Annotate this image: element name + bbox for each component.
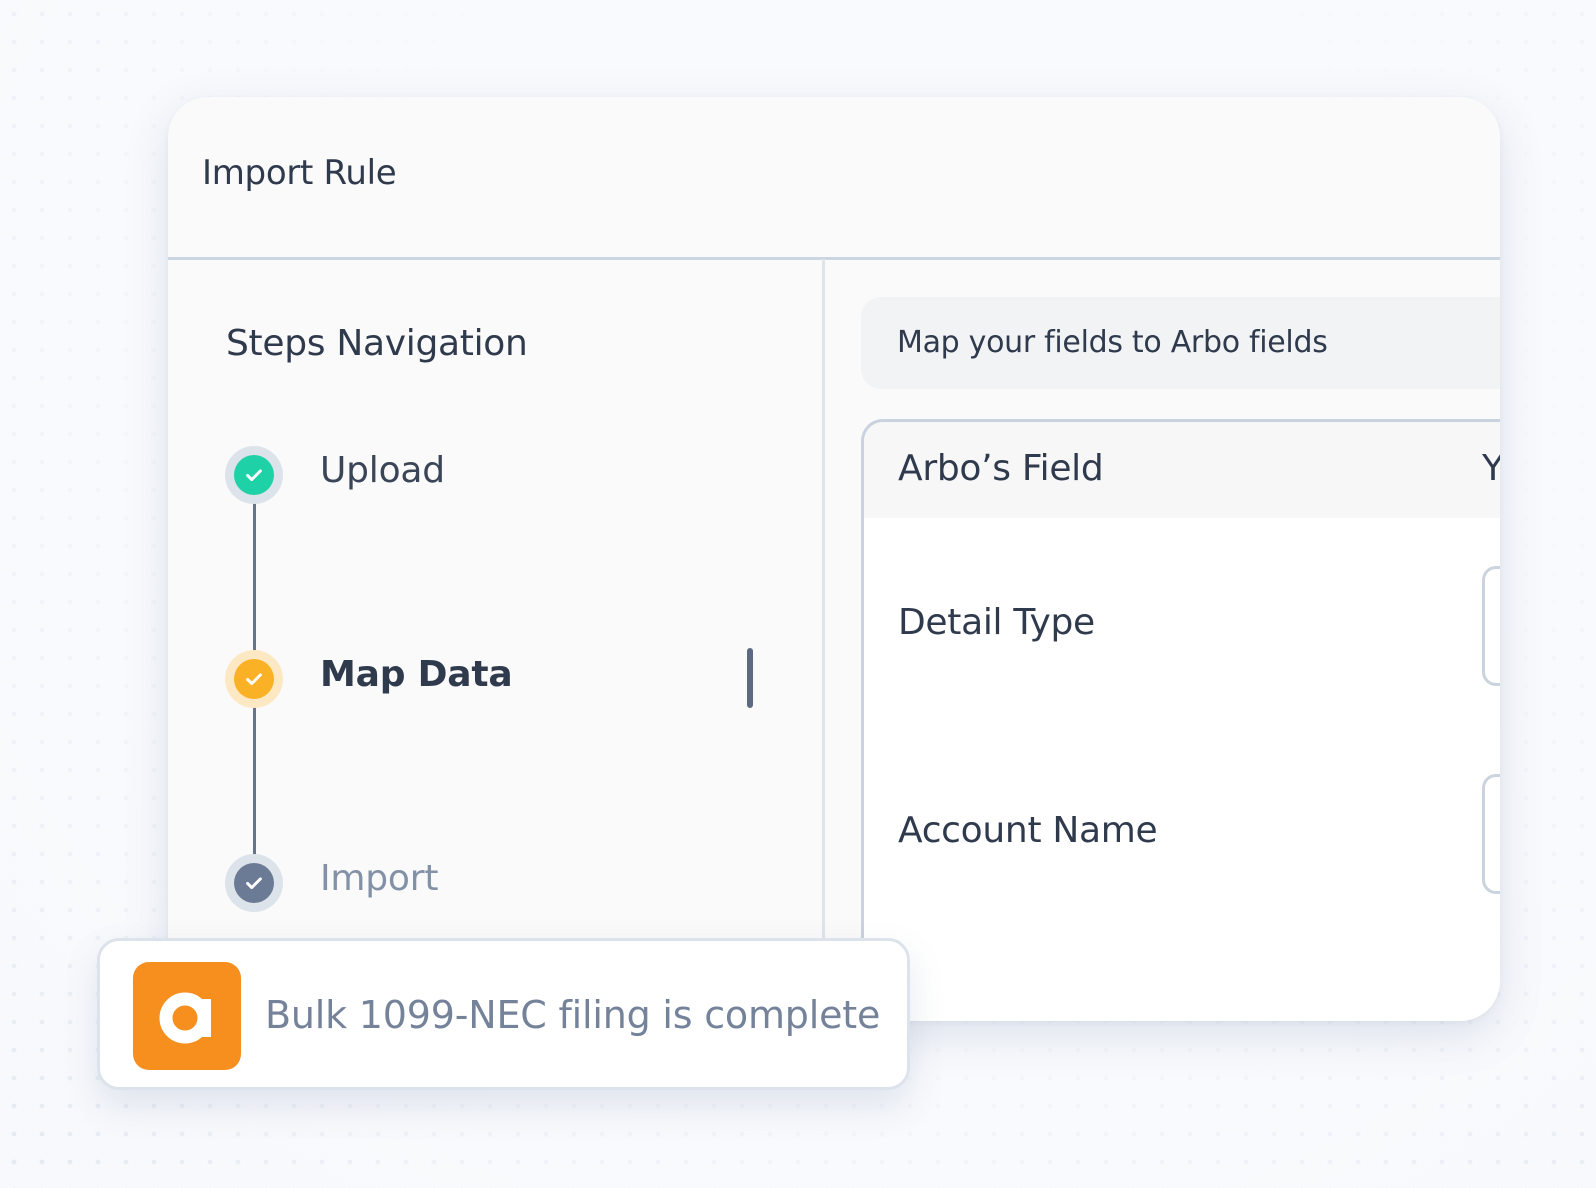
arbo-logo-icon <box>133 962 241 1070</box>
step-upload-check-icon[interactable] <box>225 446 283 504</box>
check-icon <box>246 469 262 482</box>
detail-type-select[interactable] <box>1482 566 1500 686</box>
step-map-data-label[interactable]: Map Data <box>320 654 513 695</box>
check-icon <box>246 877 262 890</box>
account-name-select[interactable] <box>1482 774 1500 894</box>
step-import-check-icon[interactable] <box>225 854 283 912</box>
panel-divider <box>822 259 825 1021</box>
table-header: Arbo’s Field Y <box>864 422 1500 518</box>
arbo-logo-mark <box>159 992 211 1044</box>
field-mapping-table: Arbo’s Field Y Detail Type Account Name <box>861 419 1500 1021</box>
toast-message: Bulk 1099-NEC filing is complete <box>265 993 881 1037</box>
notification-toast[interactable]: Bulk 1099-NEC filing is complete <box>97 938 910 1090</box>
header-divider <box>168 257 1500 260</box>
map-fields-banner: Map your fields to Arbo fields <box>861 297 1500 389</box>
column-header-your-field: Y <box>1482 448 1500 489</box>
step-import-label[interactable]: Import <box>320 858 438 899</box>
steps-title: Steps Navigation <box>226 323 528 364</box>
map-fields-text: Map your fields to Arbo fields <box>897 325 1328 360</box>
dialog-title: Import Rule <box>202 153 397 193</box>
row-label-account-name: Account Name <box>898 810 1158 851</box>
active-step-indicator <box>747 648 753 708</box>
column-header-arbo-field: Arbo’s Field <box>898 448 1104 489</box>
step-upload-label[interactable]: Upload <box>320 450 445 491</box>
row-label-detail-type: Detail Type <box>898 602 1095 643</box>
check-icon <box>246 673 262 686</box>
import-rule-dialog: Import Rule Steps Navigation Upload Map … <box>168 97 1500 1021</box>
step-map-data-check-icon[interactable] <box>225 650 283 708</box>
